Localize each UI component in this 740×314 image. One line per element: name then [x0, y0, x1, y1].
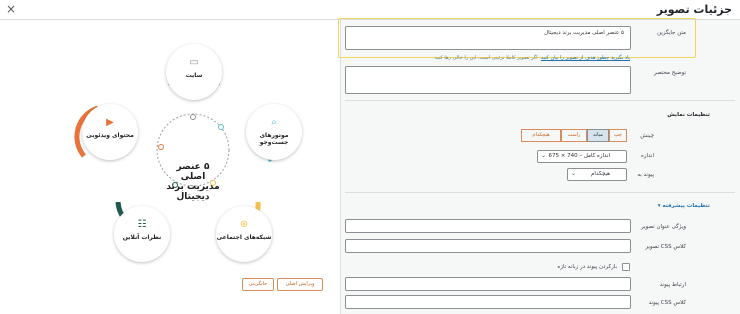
image-css-label: کلاس CSS تصویر — [645, 244, 686, 250]
search-dot — [218, 124, 224, 130]
play-icon: ▶ — [106, 117, 114, 128]
link-css-field[interactable] — [345, 295, 631, 309]
link-to-value: هیچکدام — [591, 171, 610, 177]
title-attr-field[interactable] — [345, 219, 631, 233]
advanced-settings-toggle[interactable]: تنظیمات پیشرفته ▾ — [658, 203, 710, 209]
alt-text-value: ۵ عنصر اصلی مدیریت برند دیجیتال — [544, 30, 624, 36]
size-value: اندازه کامل – 740 × 675 — [548, 153, 610, 159]
ring-site: ▭ سایت — [166, 44, 222, 100]
video-dot — [158, 144, 164, 150]
align-none-button[interactable]: هیچکدام — [521, 129, 561, 142]
align-left-button[interactable]: چپ — [609, 129, 627, 142]
divider — [345, 192, 735, 193]
chat-icon: ☷ — [137, 219, 147, 230]
caption-label: توضیح مختصر — [654, 70, 686, 76]
alt-text-help-rest: . اگر تصویر کاملا تزئینی است، این را خال… — [433, 55, 541, 61]
monitor-icon: ▭ — [189, 57, 199, 68]
dialog-header: × جزئیات تصویر — [0, 0, 740, 20]
replace-button[interactable]: جایگزینی — [242, 278, 274, 291]
align-center-button[interactable]: میانه — [587, 129, 609, 142]
alt-text-help: یاد بگیرید چطور هدف از تصویر را بیان کنی… — [433, 55, 630, 61]
title-attr-label: ویژگی عنوان تصویر — [641, 224, 686, 230]
link-rel-label: ارتباط پیوند — [659, 282, 686, 288]
site-dot — [190, 114, 196, 120]
alignment-segmented: چپ میانه راست هیچکدام — [521, 129, 627, 142]
close-icon[interactable]: × — [6, 2, 16, 16]
image-css-field[interactable] — [345, 239, 631, 253]
alt-text-help-link[interactable]: یاد بگیرید چطور هدف از تصویر را بیان کنی… — [541, 55, 630, 61]
ring-site-label: سایت — [185, 72, 203, 79]
link-rel-field[interactable] — [345, 277, 631, 291]
ring-social: ⊛ شبکه‌های اجتماعی — [216, 206, 272, 262]
center-title: ۵ عنصر اصلی مدیریت برند دیجیتال — [166, 162, 220, 202]
size-select[interactable]: ⌄ اندازه کامل – 740 × 675 — [537, 150, 627, 163]
ring-reviews-label: نظرات آنلاین — [122, 234, 162, 241]
chevron-down-icon: ⌄ — [541, 152, 547, 159]
chevron-down-icon: ⌄ — [571, 170, 577, 177]
settings-panel — [340, 20, 740, 314]
new-tab-label: بازکردن پیوند در زبانه تازه — [557, 264, 617, 270]
display-settings-heading: تنظیمات نمایش — [667, 112, 710, 118]
dialog-title: جزئیات تصویر — [656, 3, 732, 16]
new-tab-checkbox[interactable] — [622, 263, 630, 271]
edit-original-button[interactable]: ویرایش اصلی — [277, 278, 323, 291]
caption-field[interactable] — [345, 66, 631, 94]
alt-text-label: متن جایگزین — [657, 30, 686, 36]
alignment-label: چینش — [640, 133, 654, 139]
link-to-select[interactable]: ⌄ هیچکدام — [567, 168, 627, 181]
ring-reviews: ☷ نظرات آنلاین — [114, 206, 170, 262]
preview-panel: ۵ عنصر اصلی مدیریت برند دیجیتال ▭ سایت ⌕… — [0, 20, 340, 314]
ring-social-label: شبکه‌های اجتماعی — [216, 234, 272, 241]
ring-search-label: موتورهای جست‌وجو — [259, 132, 289, 146]
size-label: اندازه — [640, 153, 654, 159]
link-css-label: کلاس CSS پیوند — [648, 300, 686, 306]
divider — [345, 100, 735, 101]
ring-video: ▶ محتوای ویدئویی — [82, 104, 138, 160]
link-to-label: پیوند به — [637, 172, 654, 178]
network-icon: ⊛ — [239, 219, 249, 230]
ring-search: ⌕ موتورهای جست‌وجو — [246, 104, 302, 160]
search-icon: ⌕ — [271, 117, 277, 128]
align-right-button[interactable]: راست — [561, 129, 587, 142]
alt-text-field[interactable]: ۵ عنصر اصلی مدیریت برند دیجیتال — [345, 26, 631, 50]
ring-video-label: محتوای ویدئویی — [86, 132, 134, 139]
